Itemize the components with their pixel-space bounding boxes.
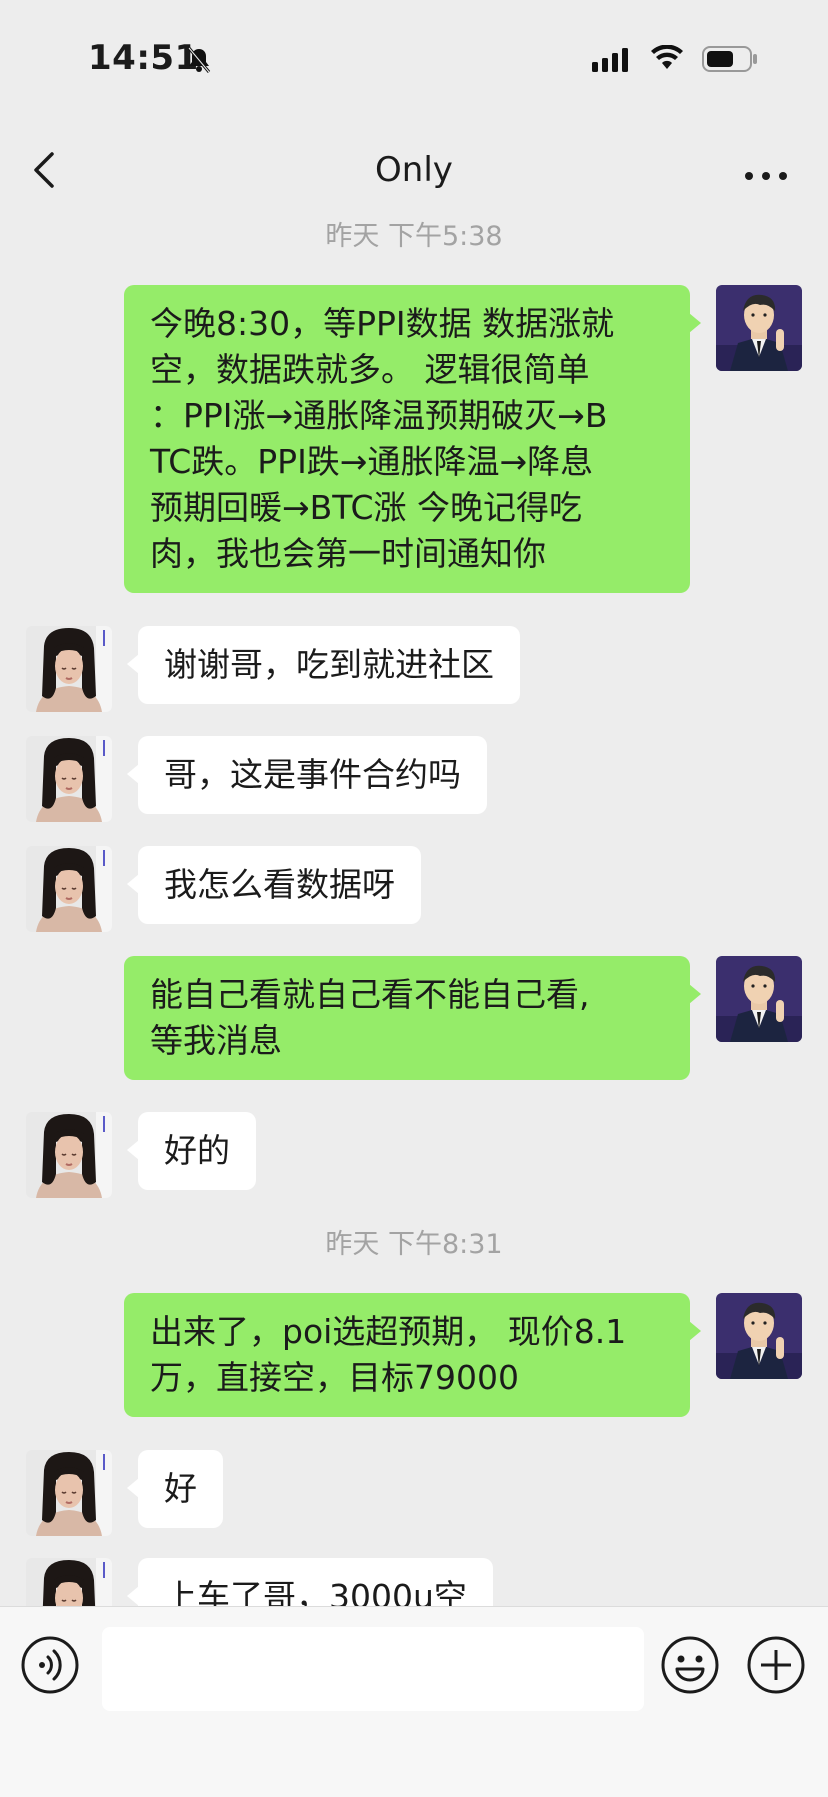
more-icon[interactable] xyxy=(744,166,788,185)
self-avatar[interactable] xyxy=(716,1293,802,1379)
message-line: 等我消息 xyxy=(150,1021,282,1060)
message-text: 好的 xyxy=(164,1131,230,1170)
battery-icon xyxy=(702,46,758,76)
status-bar: 14:51 xyxy=(0,0,828,110)
message-text: 哥，这是事件合约吗 xyxy=(164,755,461,794)
message-text: 我怎么看数据呀 xyxy=(164,865,395,904)
wifi-icon xyxy=(650,44,684,75)
message-line: 万，直接空，目标79000 xyxy=(150,1358,519,1397)
signal-icon xyxy=(592,48,630,76)
self-avatar[interactable] xyxy=(716,285,802,371)
mute-bell-icon xyxy=(186,46,212,78)
message-text: 谢谢哥，吃到就进社区 xyxy=(164,645,494,684)
self-avatar[interactable] xyxy=(716,956,802,1042)
message-line: 出来了，poi选超预期， 现价8.1 xyxy=(150,1312,627,1351)
message-text: 好 xyxy=(164,1469,197,1508)
message-line: 今晚8:30，等PPI数据 数据涨就 xyxy=(150,304,615,343)
timestamp: 昨天 下午5:38 xyxy=(325,221,503,252)
outgoing-message[interactable]: 今晚8:30，等PPI数据 数据涨就 空，数据跌就多。 逻辑很简单 ：PPI涨→… xyxy=(124,285,701,593)
incoming-message[interactable]: 我怎么看数据呀 xyxy=(127,846,421,924)
contact-avatar[interactable] xyxy=(26,846,112,932)
timestamp: 昨天 下午8:31 xyxy=(325,1229,503,1260)
message-line: 预期回暖→BTC涨 今晚记得吃 xyxy=(150,488,583,527)
incoming-message[interactable]: 哥，这是事件合约吗 xyxy=(127,736,487,814)
chat-title: Only xyxy=(375,150,453,190)
emoji-icon[interactable] xyxy=(660,1635,720,1699)
message-input[interactable] xyxy=(102,1627,644,1711)
incoming-message[interactable]: 谢谢哥，吃到就进社区 xyxy=(127,626,520,704)
outgoing-message[interactable]: 出来了，poi选超预期， 现价8.1 万，直接空，目标79000 xyxy=(124,1293,701,1417)
incoming-message[interactable]: 好 xyxy=(127,1450,223,1528)
plus-icon[interactable] xyxy=(746,1635,806,1699)
chat-header: Only xyxy=(0,130,828,210)
outgoing-message[interactable]: 能自己看就自己看不能自己看, 等我消息 xyxy=(124,956,701,1080)
message-line: 肉，我也会第一时间通知你 xyxy=(150,534,546,573)
message-line: ：PPI涨→通胀降温预期破灭→B xyxy=(150,396,608,435)
status-time: 14:51 xyxy=(88,38,199,78)
contact-avatar[interactable] xyxy=(26,1450,112,1536)
message-line: 空，数据跌就多。 逻辑很简单 xyxy=(150,350,590,389)
contact-avatar[interactable] xyxy=(26,626,112,712)
incoming-message[interactable]: 好的 xyxy=(127,1112,256,1190)
message-line: TC跌。PPI跌→通胀降温→降息 xyxy=(150,442,594,481)
contact-avatar[interactable] xyxy=(26,1112,112,1198)
voice-icon[interactable] xyxy=(20,1635,80,1699)
message-line: 能自己看就自己看不能自己看, xyxy=(150,975,590,1014)
input-bar xyxy=(0,1606,828,1797)
contact-avatar[interactable] xyxy=(26,736,112,822)
